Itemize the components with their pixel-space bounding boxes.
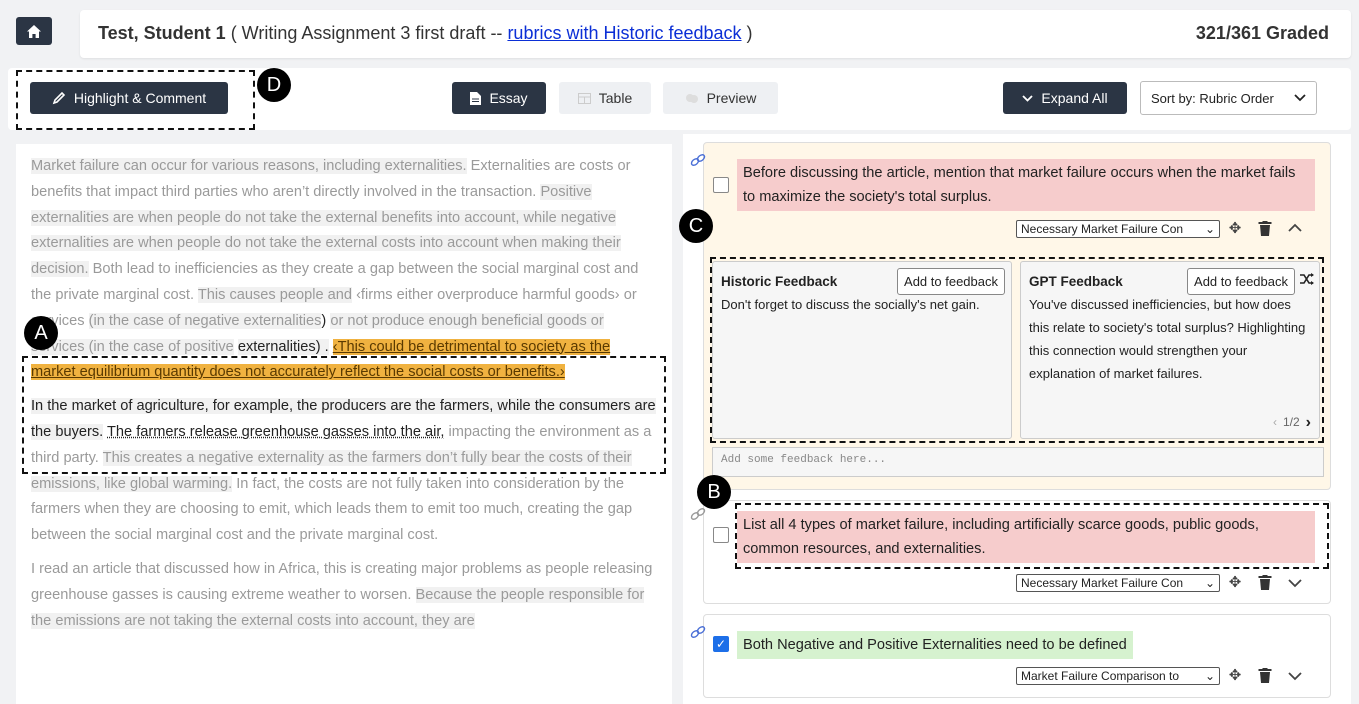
essay-sentence[interactable]: ) bbox=[321, 313, 326, 329]
student-header: Test, Student 1 ( Writing Assignment 3 f… bbox=[80, 10, 1351, 58]
highlight-comment-button[interactable]: Highlight & Comment bbox=[30, 82, 228, 114]
chevron-down-icon[interactable] bbox=[1286, 579, 1304, 588]
essay-sentence[interactable]: This causes people and bbox=[197, 286, 352, 303]
rubric-text: Before discussing the article, mention t… bbox=[737, 159, 1315, 211]
link-icon[interactable] bbox=[690, 625, 706, 639]
essay-paragraph: I read an article that discussed how in … bbox=[31, 557, 657, 634]
category-select-label: Necessary Market Failure Con bbox=[1021, 222, 1184, 236]
graded-count: 321/361 Graded bbox=[1195, 23, 1329, 43]
rubric-checkbox[interactable]: ✓ bbox=[713, 636, 729, 652]
highlight-comment-label: Highlight & Comment bbox=[73, 90, 207, 106]
category-select-label: Necessary Market Failure Con bbox=[1021, 576, 1184, 590]
chevron-up-icon[interactable] bbox=[1286, 223, 1304, 232]
callout-box-a bbox=[22, 356, 666, 474]
link-icon[interactable] bbox=[690, 507, 706, 521]
chevron-down-icon[interactable] bbox=[1286, 672, 1304, 681]
move-icon[interactable]: ✥ bbox=[1226, 219, 1244, 237]
callout-badge-a: A bbox=[24, 316, 58, 350]
preview-tab-label: Preview bbox=[706, 90, 757, 106]
trash-icon[interactable] bbox=[1256, 668, 1274, 683]
expand-all-button[interactable]: Expand All bbox=[1003, 82, 1127, 114]
student-name: Test, Student 1 bbox=[98, 23, 226, 43]
sort-select[interactable]: Sort by: Rubric Order bbox=[1140, 81, 1317, 115]
essay-sentence[interactable]: (in the case of negative externalities bbox=[88, 312, 322, 329]
document-icon bbox=[470, 91, 482, 105]
callout-badge-c: C bbox=[679, 209, 713, 243]
rubric-link[interactable]: rubrics with Historic feedback bbox=[507, 23, 741, 43]
callout-box-b bbox=[735, 503, 1329, 569]
callout-badge-d: D bbox=[257, 68, 291, 102]
rubric-checkbox[interactable] bbox=[713, 177, 729, 193]
trash-icon[interactable] bbox=[1256, 575, 1274, 590]
sort-select-label: Sort by: Rubric Order bbox=[1151, 90, 1274, 106]
chevron-down-icon bbox=[1294, 94, 1306, 102]
essay-sentence[interactable]: ‹firms either overproduce harmful goods› bbox=[356, 287, 620, 303]
table-icon bbox=[577, 92, 591, 104]
trash-icon[interactable] bbox=[1256, 221, 1274, 236]
home-icon bbox=[27, 24, 41, 38]
expand-all-label: Expand All bbox=[1041, 90, 1108, 106]
rubric-text: Both Negative and Positive Externalities… bbox=[737, 631, 1133, 659]
feedback-textarea[interactable]: Add some feedback here... bbox=[712, 447, 1324, 477]
category-select[interactable]: Necessary Market Failure Con ⌄ bbox=[1016, 574, 1220, 592]
link-icon[interactable] bbox=[690, 153, 706, 167]
move-icon[interactable]: ✥ bbox=[1226, 573, 1244, 591]
pencil-icon bbox=[52, 91, 65, 105]
assignment-prefix: ( Writing Assignment 3 first draft -- bbox=[225, 23, 508, 43]
top-bar: Test, Student 1 ( Writing Assignment 3 f… bbox=[0, 0, 1359, 66]
table-tab[interactable]: Table bbox=[559, 82, 651, 114]
essay-tab-label: Essay bbox=[489, 90, 528, 106]
category-select[interactable]: Market Failure Comparison to ⌄ bbox=[1016, 667, 1220, 685]
rubric-item: List all 4 types of market failure, incl… bbox=[690, 500, 1331, 604]
essay-tab[interactable]: Essay bbox=[452, 82, 546, 114]
move-icon[interactable]: ✥ bbox=[1226, 666, 1244, 684]
toolbar: Highlight & Comment D Essay Table Previe… bbox=[8, 68, 1351, 130]
home-button[interactable] bbox=[16, 17, 52, 45]
rubric-item: ✓ Both Negative and Positive Externaliti… bbox=[690, 614, 1331, 698]
category-select[interactable]: Necessary Market Failure Con ⌄ bbox=[1016, 220, 1220, 238]
callout-box-c bbox=[710, 257, 1324, 443]
rubric-panel: Before discussing the article, mention t… bbox=[679, 134, 1351, 704]
page-title: Test, Student 1 ( Writing Assignment 3 f… bbox=[98, 23, 753, 44]
rubric-item: Before discussing the article, mention t… bbox=[679, 142, 1331, 490]
callout-badge-b: B bbox=[697, 475, 731, 509]
essay-paragraph: Market failure can occur for various rea… bbox=[31, 154, 657, 386]
preview-tab[interactable]: Preview bbox=[663, 82, 778, 114]
category-select-label: Market Failure Comparison to bbox=[1021, 669, 1180, 683]
table-tab-label: Table bbox=[598, 90, 633, 106]
preview-icon bbox=[685, 93, 698, 103]
essay-sentence[interactable]: Market failure can occur for various rea… bbox=[31, 158, 467, 174]
essay-sentence[interactable]: externalities) . bbox=[237, 338, 329, 355]
chevron-down-icon bbox=[1022, 94, 1034, 102]
assignment-suffix: ) bbox=[741, 23, 753, 43]
rubric-checkbox[interactable] bbox=[713, 527, 729, 543]
